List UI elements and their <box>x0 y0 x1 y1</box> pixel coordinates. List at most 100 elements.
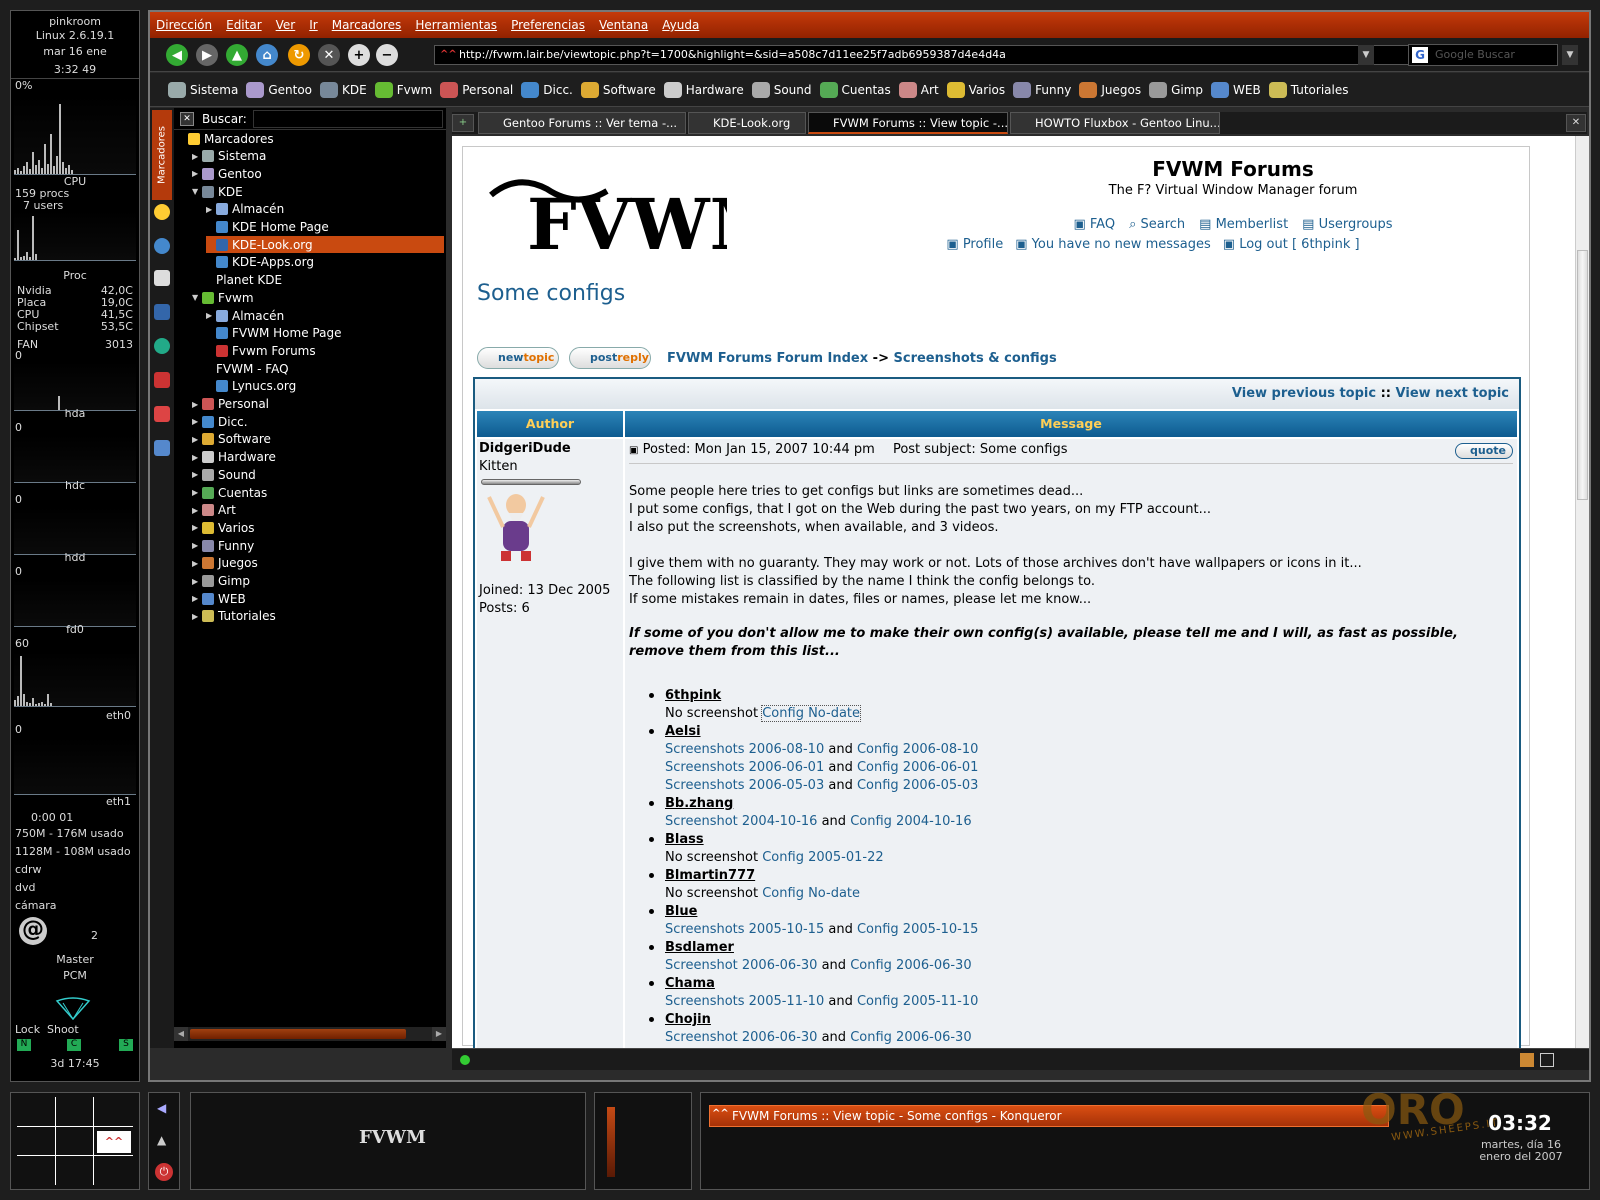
menu-direccion[interactable]: Dirección <box>156 18 212 32</box>
mail-icon[interactable]: @ <box>19 917 47 945</box>
shoot-button[interactable]: Shoot <box>47 1023 79 1036</box>
tree-item[interactable]: ▶ Sistema <box>192 148 266 165</box>
menu-ayuda[interactable]: Ayuda <box>662 18 699 32</box>
expand-arrow-icon[interactable]: ▼ <box>192 187 202 196</box>
tab-kde-look[interactable]: KDE-Look.org <box>688 112 806 134</box>
tree-item[interactable]: KDE Home Page <box>206 219 329 236</box>
expand-arrow-icon[interactable]: ▶ <box>192 400 202 409</box>
menu-ventana[interactable]: Ventana <box>599 18 648 32</box>
menu-ir[interactable]: Ir <box>309 18 317 32</box>
post-reply-button[interactable]: postreply <box>569 347 651 369</box>
search-engine-dropdown[interactable]: ▼ <box>1562 45 1578 65</box>
nav-usergroups[interactable]: ▤ Usergroups <box>1302 217 1392 232</box>
back-icon[interactable]: ◀ <box>166 44 188 66</box>
expand-arrow-icon[interactable]: ▶ <box>206 311 216 320</box>
bookmark-folder-hardware[interactable]: Hardware <box>663 81 744 98</box>
menu-editar[interactable]: Editar <box>226 18 262 32</box>
tree-item[interactable]: ▶ Software <box>192 431 271 448</box>
author-name[interactable]: DidgeriDude <box>479 441 571 456</box>
bookmark-folder-funny[interactable]: Funny <box>1013 81 1071 98</box>
pager[interactable]: ^^ <box>10 1092 140 1190</box>
bookmark-folder-personal[interactable]: Personal <box>440 81 513 98</box>
new-topic-button[interactable]: newtopic <box>477 347 559 369</box>
tree-item[interactable]: ▶ Gentoo <box>192 165 262 182</box>
scroll-thumb[interactable] <box>190 1029 406 1039</box>
zoom-in-icon[interactable]: + <box>348 44 370 66</box>
config-link[interactable]: Config No-date <box>762 886 860 901</box>
tab-fvwm-forums[interactable]: FVWM Forums :: View topic -... <box>808 112 1008 134</box>
stop-icon[interactable]: ✕ <box>318 44 340 66</box>
expand-arrow-icon[interactable]: ▶ <box>192 169 202 178</box>
expand-arrow-icon[interactable]: ▶ <box>192 594 202 603</box>
view-previous-topic[interactable]: View previous topic <box>1232 386 1376 401</box>
tab-howto-fluxbox[interactable]: HOWTO Fluxbox - Gentoo Linu... <box>1010 112 1220 134</box>
nav-faq[interactable]: ▣ FAQ <box>1073 217 1115 232</box>
tree-item[interactable]: ▶ WEB <box>192 590 246 607</box>
power-icon[interactable]: ⏻ <box>155 1163 173 1181</box>
tab-gentoo-forums[interactable]: Gentoo Forums :: Ver tema -... <box>478 112 686 134</box>
tree-horizontal-scrollbar[interactable]: ◀ ▶ <box>174 1027 446 1041</box>
screenshot-link[interactable]: Screenshots 2005-10-15 <box>665 922 824 937</box>
bookmark-folder-web[interactable]: WEB <box>1211 81 1261 98</box>
tree-item[interactable]: KDE-Look.org <box>206 236 444 254</box>
up-icon[interactable]: ▲ <box>226 44 248 66</box>
active-window-thumb[interactable]: ^^ <box>97 1131 131 1153</box>
tree-item[interactable]: ▶ Varios <box>192 519 255 536</box>
mixer-pcm[interactable]: PCM <box>11 969 139 982</box>
bookmark-folder-kde[interactable]: KDE <box>320 81 367 98</box>
url-field[interactable]: http://fvwm.lair.be/viewtopic.php?t=1700… <box>434 45 1546 65</box>
tree-item[interactable]: Lynucs.org <box>206 378 296 395</box>
config-author-link[interactable]: Bb.zhang <box>665 795 733 813</box>
config-link[interactable]: Config 2006-06-30 <box>850 1030 971 1045</box>
config-author-link[interactable]: 6thpink <box>665 687 721 705</box>
config-author-link[interactable]: Bsdlamer <box>665 939 734 957</box>
expand-arrow-icon[interactable]: ▶ <box>192 453 202 462</box>
home-icon[interactable]: ⌂ <box>256 44 278 66</box>
tree-item[interactable]: ▼ KDE <box>192 183 243 200</box>
scroll-right-icon[interactable]: ▶ <box>432 1027 446 1041</box>
config-link[interactable]: Config 2005-11-10 <box>857 994 978 1009</box>
tree-item[interactable]: ▶ Almacén <box>206 307 284 324</box>
pin-icon[interactable] <box>154 406 170 422</box>
volume-icon[interactable]: ◀ <box>157 1101 171 1115</box>
expand-arrow-icon[interactable]: ▶ <box>192 506 202 515</box>
tree-item[interactable]: FVWM - FAQ <box>206 360 289 377</box>
star-icon[interactable] <box>154 204 170 220</box>
tree-search-input[interactable] <box>252 109 443 128</box>
screenshot-link[interactable]: Screenshots 2006-08-10 <box>665 742 824 757</box>
bookmark-folder-sound[interactable]: Sound <box>751 81 812 98</box>
config-author-link[interactable]: Blmartin777 <box>665 867 755 885</box>
lock-button[interactable]: Lock <box>15 1023 40 1036</box>
screenshot-link[interactable]: Screenshots 2006-06-01 <box>665 760 824 775</box>
bookmark-folder-gentoo[interactable]: Gentoo <box>246 81 312 98</box>
crumb-forum-index[interactable]: FVWM Forums Forum Index <box>667 351 868 366</box>
devices-icon[interactable] <box>154 440 170 456</box>
bookmark-folder-juegos[interactable]: Juegos <box>1079 81 1141 98</box>
topic-title[interactable]: Some configs <box>477 281 625 306</box>
screenshot-link[interactable]: Screenshots 2006-05-03 <box>665 778 824 793</box>
tree-item[interactable]: FVWM Home Page <box>206 325 341 342</box>
bookmark-folder-dicc[interactable]: Dicc. <box>521 81 573 98</box>
nav-memberlist[interactable]: ▤ Memberlist <box>1199 217 1288 232</box>
bookmark-folder-software[interactable]: Software <box>580 81 656 98</box>
config-link[interactable]: Config No-date <box>761 705 862 722</box>
menu-preferencias[interactable]: Preferencias <box>511 18 585 32</box>
fvwm-logo[interactable]: FVWM <box>487 165 787 266</box>
config-link[interactable]: Config 2006-06-30 <box>850 958 971 973</box>
screenshot-link[interactable]: Screenshot 2006-06-30 <box>665 958 817 973</box>
google-search-field[interactable]: Google Buscar <box>1408 44 1558 66</box>
tree-item[interactable]: ▶ Tutoriales <box>192 608 276 625</box>
globe-icon[interactable] <box>154 338 170 354</box>
nav-search[interactable]: ⌕ Search <box>1129 217 1185 232</box>
tree-item[interactable]: ▶ Art <box>192 502 236 519</box>
launch-icon[interactable]: ▲ <box>157 1133 171 1147</box>
menu-marcadores[interactable]: Marcadores <box>332 18 402 32</box>
menu-herramientas[interactable]: Herramientas <box>415 18 497 32</box>
config-link[interactable]: Config 2005-01-22 <box>762 850 883 865</box>
config-author-link[interactable]: Aelsi <box>665 723 701 741</box>
bookmark-folder-sistema[interactable]: Sistema <box>168 81 238 98</box>
bookmark-folder-cuentas[interactable]: Cuentas <box>819 81 891 98</box>
bookmark-folder-tutoriales[interactable]: Tutoriales <box>1268 81 1348 98</box>
bookmark-folder-varios[interactable]: Varios <box>946 81 1005 98</box>
expand-arrow-icon[interactable]: ▶ <box>192 541 202 550</box>
